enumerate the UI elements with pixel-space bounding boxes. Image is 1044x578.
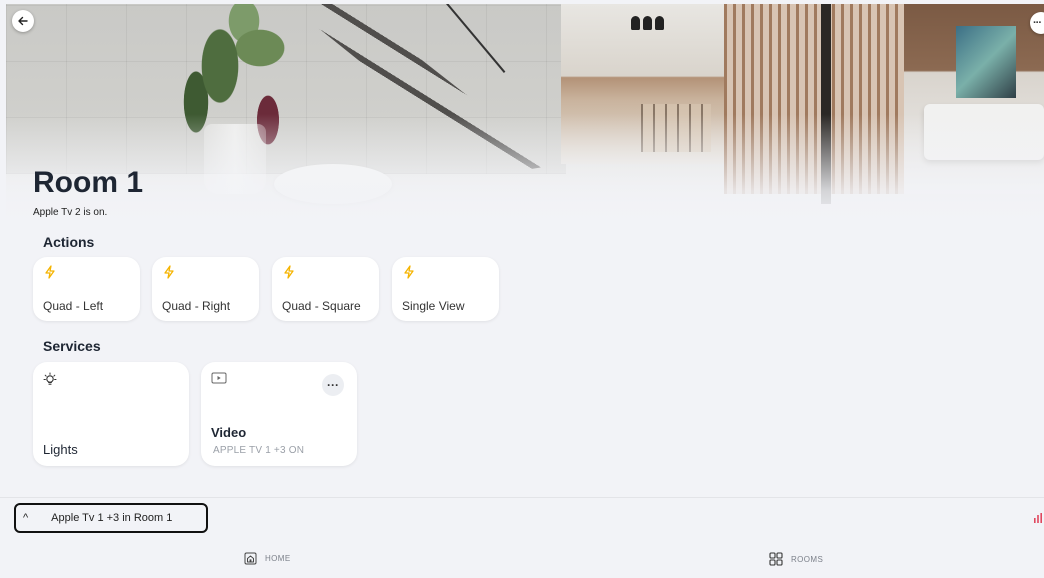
service-name: Video [211, 425, 247, 440]
home-icon [244, 552, 257, 565]
lightning-icon [284, 265, 294, 279]
now-playing-text: Apple Tv 1 +3 in Room 1 [51, 512, 173, 524]
action-card-quad-left[interactable]: Quad - Left [33, 257, 140, 321]
lightning-icon [45, 265, 55, 279]
action-card-quad-square[interactable]: Quad - Square [272, 257, 379, 321]
equalizer-icon[interactable] [1033, 512, 1043, 524]
page-title: Room 1 [33, 166, 144, 199]
video-more-button[interactable]: ··· [322, 374, 344, 396]
grid-icon [769, 552, 783, 566]
now-playing-bar[interactable]: ^ Apple Tv 1 +3 in Room 1 [14, 503, 208, 533]
service-name: Lights [43, 442, 78, 457]
room-status-text: Apple Tv 2 is on. [33, 207, 108, 218]
action-label: Single View [402, 299, 465, 313]
nav-label: ROOMS [791, 554, 824, 564]
action-label: Quad - Left [43, 299, 104, 313]
chevron-up-icon: ^ [23, 512, 29, 524]
services-section-title: Services [43, 338, 101, 354]
service-card-video[interactable]: ··· Video APPLE TV 1 +3 ON [201, 362, 357, 466]
actions-section-title: Actions [43, 234, 95, 250]
nav-label: HOME [265, 554, 291, 563]
hero-fade [6, 114, 1044, 224]
more-horizontal-icon: ··· [327, 378, 339, 392]
more-horizontal-icon: ··· [1033, 17, 1042, 29]
nav-home[interactable]: HOME [244, 552, 291, 565]
lightbulb-icon [43, 372, 57, 385]
tv-play-icon [211, 372, 227, 384]
lightning-icon [404, 265, 414, 279]
service-card-lights[interactable]: Lights [33, 362, 189, 466]
nav-rooms[interactable]: ROOMS [769, 552, 823, 566]
back-button[interactable] [12, 10, 34, 32]
action-label: Quad - Square [282, 299, 361, 313]
now-playing-divider [0, 497, 1044, 498]
action-card-quad-right[interactable]: Quad - Right [152, 257, 259, 321]
service-subtitle: APPLE TV 1 +3 ON [213, 445, 305, 456]
lightning-icon [164, 265, 174, 279]
hero-painting [956, 26, 1016, 98]
hero-pendant-lights [631, 16, 667, 35]
arrow-left-icon [18, 16, 28, 26]
action-card-single-view[interactable]: Single View [392, 257, 499, 321]
room-hero-image [6, 4, 1044, 224]
action-label: Quad - Right [162, 299, 231, 313]
